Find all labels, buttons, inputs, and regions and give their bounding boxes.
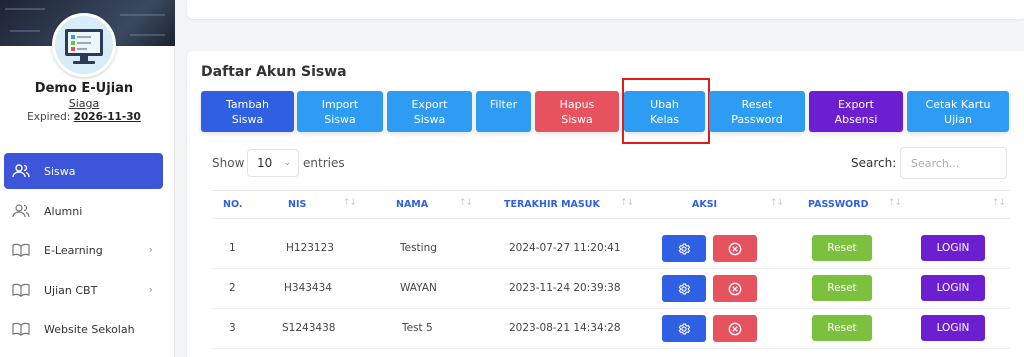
- cell-no: 3: [229, 322, 236, 334]
- column-header-terakhir-masuk[interactable]: TERAKHIR MASUK: [504, 199, 600, 210]
- column-header-no[interactable]: NO.: [223, 199, 242, 210]
- entries-label: entries: [303, 156, 345, 170]
- cell-no: 2: [229, 282, 236, 294]
- delete-button[interactable]: [713, 315, 757, 342]
- sort-icon[interactable]: ↑↓: [459, 198, 473, 208]
- cell-nama: Testing: [400, 242, 437, 254]
- highlight-box: [622, 78, 710, 144]
- cell-nis: S1243438: [282, 322, 336, 334]
- close-circle-icon: [728, 322, 742, 335]
- avatar: [52, 13, 116, 77]
- login-button[interactable]: LOGIN: [921, 315, 985, 341]
- table-row: 3 S1243438 Test 5 2023-08-21 14:34:28 Re…: [212, 309, 1010, 349]
- users-icon: [10, 202, 32, 220]
- export-student-button[interactable]: Export Siswa: [387, 91, 472, 132]
- top-card: [187, 0, 1024, 19]
- user-role-link[interactable]: Siaga: [0, 97, 168, 110]
- book-icon: [10, 320, 32, 338]
- settings-button[interactable]: [662, 315, 706, 342]
- login-button[interactable]: LOGIN: [921, 235, 985, 261]
- chevron-down-icon: ⌄: [283, 158, 291, 168]
- delete-button[interactable]: [713, 275, 757, 302]
- book-icon: [10, 281, 32, 299]
- sidebar-item-label: E-Learning: [44, 243, 103, 257]
- sort-icon[interactable]: ↑↓: [888, 198, 902, 208]
- sidebar-item-website-sekolah[interactable]: Website Sekolah: [4, 311, 163, 347]
- user-name: Demo E-Ujian: [34, 81, 134, 96]
- reset-password-row-button[interactable]: Reset: [812, 275, 872, 301]
- sidebar-item-alumni[interactable]: Alumni: [4, 193, 163, 229]
- sidebar-item-label: Website Sekolah: [44, 322, 135, 336]
- gear-icon: [678, 323, 691, 334]
- reset-password-row-button[interactable]: Reset: [812, 235, 872, 261]
- table-row: 1 H123123 Testing 2024-07-27 11:20:41 Re…: [212, 229, 1010, 269]
- sort-icon[interactable]: ↑↓: [992, 198, 1006, 208]
- table-header: NO. NIS ↑↓ NAMA ↑↓ TERAKHIR MASUK ↑↓ AKS…: [212, 190, 1010, 219]
- show-label: Show: [212, 156, 245, 170]
- sidebar-item-e-learning[interactable]: E-Learning ›: [4, 232, 163, 268]
- sidebar: Demo E-Ujian Siaga Expired: 2026-11-30 S…: [0, 0, 175, 357]
- users-icon: [10, 162, 32, 180]
- search-label: Search:: [851, 156, 897, 170]
- expired-label: Expired:: [27, 111, 71, 123]
- student-accounts-card: Daftar Akun Siswa Tambah Siswa Import Sisw…: [187, 51, 1024, 357]
- page-title: Daftar Akun Siswa: [201, 64, 347, 80]
- sort-icon[interactable]: ↑↓: [343, 198, 357, 208]
- sidebar-item-label: Alumni: [44, 204, 83, 218]
- cell-terakhir-masuk: 2023-08-21 14:34:28: [509, 322, 621, 334]
- chevron-right-icon: ›: [148, 243, 153, 256]
- gear-icon: [678, 243, 691, 254]
- filter-button[interactable]: Filter: [476, 91, 531, 132]
- expired-date: 2026-11-30: [73, 111, 141, 123]
- search-input[interactable]: [900, 147, 1007, 179]
- sidebar-item-label: Ujian CBT: [44, 283, 98, 297]
- exam-computer-icon: [65, 29, 103, 64]
- table-row: 2 H343434 WAYAN 2023-11-24 20:39:38 Rese…: [212, 269, 1010, 309]
- cell-nama: Test 5: [402, 322, 433, 334]
- print-exam-card-button[interactable]: Cetak Kartu Ujian: [907, 91, 1009, 132]
- chevron-right-icon: ›: [148, 283, 153, 296]
- delete-student-button[interactable]: Hapus Siswa: [535, 91, 619, 132]
- cell-terakhir-masuk: 2023-11-24 20:39:38: [509, 282, 621, 294]
- import-student-button[interactable]: Import Siswa: [297, 91, 383, 132]
- close-circle-icon: [728, 242, 742, 255]
- settings-button[interactable]: [662, 275, 706, 302]
- entries-select[interactable]: 10 ⌄: [247, 149, 299, 177]
- column-header-aksi[interactable]: AKSI: [692, 199, 717, 210]
- sidebar-item-label: Siswa: [44, 164, 76, 178]
- sidebar-item-siswa[interactable]: Siswa: [4, 153, 163, 189]
- column-header-nis[interactable]: NIS: [288, 199, 306, 210]
- column-header-nama[interactable]: NAMA: [396, 199, 428, 210]
- sort-icon[interactable]: ↑↓: [620, 198, 634, 208]
- user-expired: Expired: 2026-11-30: [0, 111, 168, 123]
- sidebar-item-ujian-cbt[interactable]: Ujian CBT ›: [4, 272, 163, 308]
- cell-nis: H123123: [286, 242, 334, 254]
- login-button[interactable]: LOGIN: [921, 275, 985, 301]
- gear-icon: [678, 283, 691, 294]
- column-header-password[interactable]: PASSWORD: [808, 199, 868, 210]
- cell-no: 1: [229, 242, 236, 254]
- delete-button[interactable]: [713, 235, 757, 262]
- cell-nama: WAYAN: [400, 282, 437, 294]
- export-attendance-button[interactable]: Export Absensi: [809, 91, 903, 132]
- cell-terakhir-masuk: 2024-07-27 11:20:41: [509, 242, 621, 254]
- sort-icon[interactable]: ↑↓: [770, 198, 784, 208]
- cell-nis: H343434: [284, 282, 332, 294]
- reset-password-button[interactable]: Reset Password: [709, 91, 805, 132]
- close-circle-icon: [728, 282, 742, 295]
- add-student-button[interactable]: Tambah Siswa: [201, 91, 294, 132]
- reset-password-row-button[interactable]: Reset: [812, 315, 872, 341]
- book-icon: [10, 241, 32, 259]
- settings-button[interactable]: [662, 235, 706, 262]
